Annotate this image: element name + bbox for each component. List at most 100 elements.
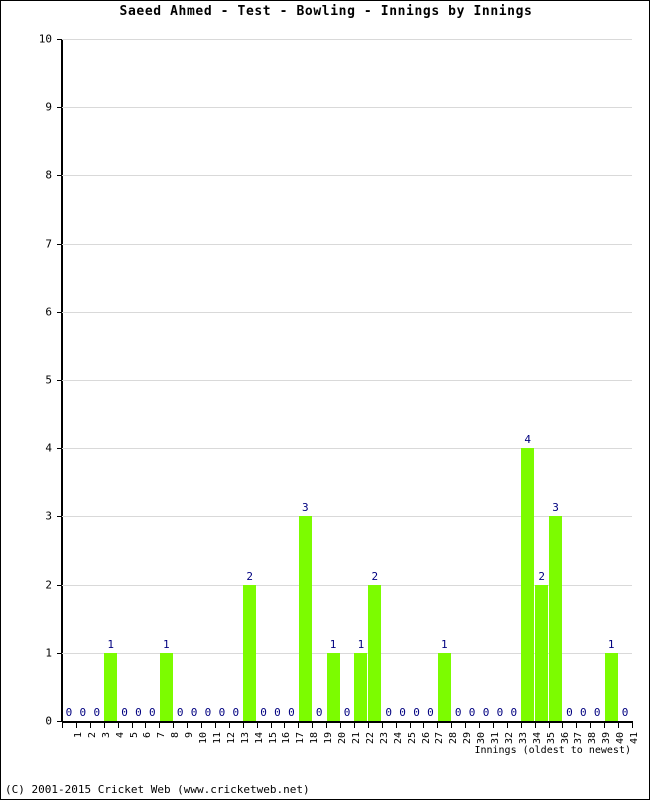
x-tick-label: 26: [420, 732, 432, 745]
x-tick-label: 7: [156, 732, 168, 739]
x-tick-label: 14: [253, 732, 265, 745]
x-tick-mark: [354, 723, 355, 728]
x-tick-label: 39: [601, 732, 613, 745]
x-tick-label: 2: [86, 732, 98, 739]
bar-value-label: 1: [329, 637, 337, 651]
x-tick-mark: [410, 723, 411, 728]
x-tick-label: 5: [128, 732, 140, 739]
y-tick-mark: [57, 39, 62, 40]
x-tick-mark: [493, 723, 494, 728]
bar[interactable]: [549, 516, 563, 721]
bar-value-label: 1: [162, 637, 170, 651]
x-tick-mark: [173, 723, 174, 728]
x-tick-label: 9: [184, 732, 196, 739]
bar-value-label: 1: [107, 637, 114, 651]
y-tick-label: 0: [45, 714, 52, 728]
bar-value-label: 0: [274, 706, 281, 719]
bar-value-label: 2: [246, 569, 253, 583]
x-tick-mark: [618, 723, 619, 728]
bar-value-label: 3: [552, 501, 559, 515]
bar-value-label: 2: [538, 569, 545, 583]
bar[interactable]: [437, 652, 451, 721]
bar-value-label: 0: [176, 706, 184, 719]
y-tick-mark: [57, 107, 62, 109]
x-tick-label: 34: [531, 732, 543, 745]
x-tick-label: 12: [225, 732, 237, 745]
x-tick-mark: [271, 723, 272, 728]
bar-value-label: 0: [93, 706, 101, 719]
y-tick-label: 10: [38, 32, 52, 46]
x-tick-mark: [132, 723, 133, 728]
bar-value-label: 0: [135, 706, 142, 719]
x-tick-mark: [298, 723, 299, 728]
x-tick-label: 4: [114, 732, 126, 739]
x-tick-label: 28: [448, 732, 460, 745]
x-tick-mark: [604, 723, 605, 728]
gridline: [62, 39, 632, 40]
x-tick-mark: [521, 723, 522, 728]
x-tick-mark: [257, 723, 258, 728]
x-tick-label: 35: [545, 732, 557, 745]
x-tick-mark: [535, 723, 536, 728]
x-tick-mark: [312, 723, 313, 728]
x-tick-mark: [549, 723, 550, 728]
bar[interactable]: [535, 584, 549, 721]
bar-value-label: 0: [79, 706, 87, 719]
x-tick-mark: [340, 723, 341, 728]
x-tick-mark: [187, 723, 188, 728]
x-axis-title: Innings (oldest to newest): [474, 745, 631, 756]
bar-value-label: 0: [218, 706, 226, 719]
y-tick-label: 5: [45, 373, 52, 387]
x-tick-label: 36: [559, 732, 571, 745]
x-tick-label: 16: [281, 732, 293, 745]
bar[interactable]: [326, 652, 340, 721]
x-tick-mark: [243, 723, 244, 728]
x-tick-mark: [576, 723, 577, 728]
y-tick-label: 2: [45, 578, 52, 592]
bar[interactable]: [104, 652, 118, 721]
y-tick-mark: [57, 175, 62, 177]
bar-value-label: 0: [121, 706, 128, 719]
bar[interactable]: [368, 584, 382, 721]
x-tick-mark: [423, 723, 424, 728]
x-tick-label: 23: [378, 732, 390, 745]
bar-value-label: 0: [343, 706, 351, 719]
y-tick-mark: [57, 721, 62, 722]
bar[interactable]: [159, 652, 173, 721]
x-tick-mark: [118, 723, 119, 728]
x-tick-label: 20: [337, 732, 349, 745]
x-tick-label: 27: [434, 732, 446, 745]
bar-value-label: 0: [413, 706, 420, 719]
x-tick-label: 21: [351, 732, 362, 745]
x-tick-mark: [507, 723, 508, 728]
plot-area: [62, 39, 632, 721]
x-tick-mark: [382, 723, 383, 728]
x-tick-label: 22: [364, 732, 376, 745]
gridline: [62, 448, 632, 450]
x-tick-mark: [159, 723, 160, 728]
bar[interactable]: [354, 652, 368, 721]
bar-value-label: 0: [427, 706, 434, 719]
bar-value-label: 0: [621, 706, 629, 719]
x-tick-label: 37: [573, 732, 585, 745]
x-tick-label: 1: [72, 732, 84, 739]
gridline: [62, 175, 632, 177]
chart-title: Saeed Ahmed - Test - Bowling - Innings b…: [119, 4, 533, 19]
x-tick-mark: [437, 723, 438, 728]
bar[interactable]: [521, 448, 535, 721]
x-tick-label: 31: [490, 732, 502, 745]
bar-value-label: 1: [607, 637, 615, 651]
bar-value-label: 0: [399, 706, 406, 719]
bar[interactable]: [604, 652, 618, 721]
y-tick-label: 7: [45, 237, 52, 251]
bar[interactable]: [298, 516, 312, 721]
y-tick-mark: [57, 652, 62, 654]
x-tick-label: 13: [239, 732, 251, 745]
bar-value-label: 0: [190, 706, 198, 719]
copyright-footer: (C) 2001-2015 Cricket Web (www.cricketwe…: [5, 783, 310, 796]
bar[interactable]: [243, 584, 257, 721]
y-tick-label: 8: [45, 168, 52, 182]
x-tick-label: 29: [462, 732, 474, 745]
x-tick-mark: [76, 723, 77, 728]
x-tick-mark: [90, 723, 91, 728]
